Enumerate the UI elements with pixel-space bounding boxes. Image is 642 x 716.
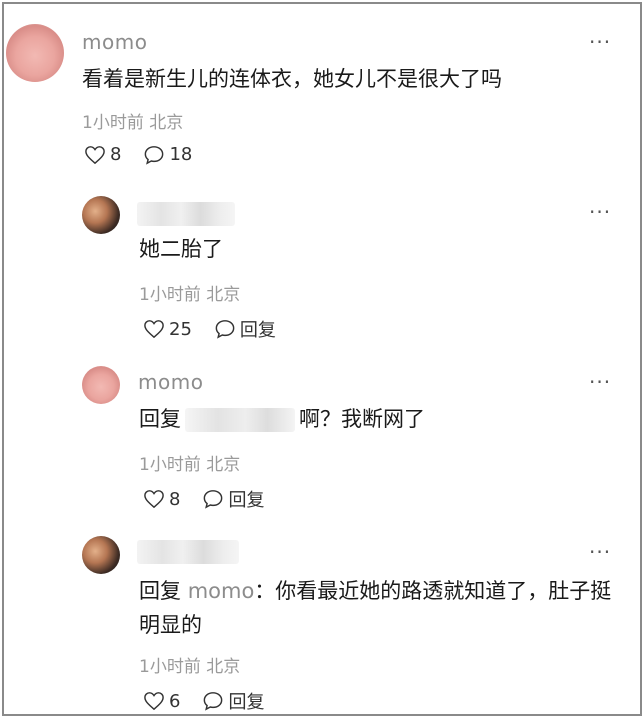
location: 北京 bbox=[206, 285, 241, 305]
reply-button[interactable]: 回复 bbox=[202, 486, 264, 512]
comment-meta: 1小时前 北京 bbox=[139, 652, 240, 677]
like-count: 25 bbox=[169, 318, 192, 340]
heart-icon bbox=[144, 320, 164, 339]
comment-text: 她二胎了 bbox=[139, 237, 223, 261]
more-options-icon[interactable]: ··· bbox=[589, 372, 611, 392]
location: 北京 bbox=[206, 455, 241, 475]
avatar[interactable] bbox=[82, 536, 120, 574]
heart-icon bbox=[144, 490, 164, 509]
location: 北京 bbox=[149, 113, 184, 133]
like-button[interactable]: 8 bbox=[84, 144, 121, 165]
timestamp: 1小时前 bbox=[139, 285, 201, 305]
avatar[interactable] bbox=[82, 366, 120, 404]
comment-item: momo ··· 看着是新生儿的连体衣，她女儿不是很大了吗 1小时前 北京 8 … bbox=[4, 4, 640, 184]
reply-label: 回复 bbox=[239, 320, 276, 341]
comment-bubble-icon bbox=[204, 692, 223, 711]
reply-count-button[interactable]: 18 bbox=[143, 144, 192, 165]
comment-bubble-icon bbox=[215, 320, 235, 339]
reply-item: momo ··· 回复 啊？我断网了 1小时前 北京 8 回复 bbox=[4, 354, 640, 524]
reply-prefix: 回复 bbox=[139, 407, 181, 431]
reply-prefix: 回复 bbox=[139, 579, 181, 603]
comment-actions: 8 18 bbox=[84, 144, 214, 165]
more-options-icon[interactable]: ··· bbox=[589, 32, 611, 52]
reply-button[interactable]: 回复 bbox=[214, 316, 276, 342]
reply-target-username[interactable]: momo bbox=[188, 579, 255, 603]
reply-item: ··· 她二胎了 1小时前 北京 25 回复 bbox=[4, 184, 640, 354]
heart-icon bbox=[85, 145, 105, 164]
username-redacted[interactable] bbox=[137, 202, 235, 226]
reply-label: 回复 bbox=[228, 692, 265, 713]
comment-text: 回复 momo：你看最近她的路透就知道了，肚子挺明显的 bbox=[139, 574, 619, 642]
comment-meta: 1小时前 北京 bbox=[139, 280, 240, 305]
comment-text: 看着是新生儿的连体衣，她女儿不是很大了吗 bbox=[82, 67, 502, 91]
reply-target-redacted[interactable] bbox=[185, 408, 295, 432]
heart-icon bbox=[144, 692, 164, 711]
comment-bubble-icon bbox=[145, 145, 164, 165]
username[interactable]: momo bbox=[82, 30, 147, 54]
like-button[interactable]: 25 bbox=[143, 319, 192, 340]
like-count: 8 bbox=[110, 144, 122, 165]
avatar[interactable] bbox=[6, 24, 64, 82]
timestamp: 1小时前 bbox=[139, 455, 201, 475]
reply-colon: ： bbox=[254, 579, 276, 603]
like-button[interactable]: 6 bbox=[143, 691, 180, 712]
comment-actions: 8 回复 bbox=[143, 486, 286, 512]
avatar[interactable] bbox=[82, 196, 120, 234]
comment-thread: momo ··· 看着是新生儿的连体衣，她女儿不是很大了吗 1小时前 北京 8 … bbox=[2, 2, 642, 716]
reply-button[interactable]: 回复 bbox=[202, 688, 264, 714]
reply-label: 回复 bbox=[228, 490, 265, 511]
reply-count: 18 bbox=[169, 144, 193, 165]
comment-bubble-icon bbox=[204, 490, 223, 509]
timestamp: 1小时前 bbox=[139, 657, 201, 677]
reply-body: 啊？我断网了 bbox=[299, 407, 425, 431]
comment-meta: 1小时前 北京 bbox=[82, 108, 183, 133]
comment-actions: 6 回复 bbox=[143, 688, 286, 714]
username-redacted[interactable] bbox=[137, 540, 239, 564]
comment-meta: 1小时前 北京 bbox=[139, 450, 240, 475]
like-count: 6 bbox=[169, 690, 181, 712]
more-options-icon[interactable]: ··· bbox=[589, 202, 611, 222]
location: 北京 bbox=[206, 657, 241, 677]
like-count: 8 bbox=[169, 488, 181, 510]
timestamp: 1小时前 bbox=[82, 113, 144, 133]
reply-item: ··· 回复 momo：你看最近她的路透就知道了，肚子挺明显的 1小时前 北京 … bbox=[4, 524, 640, 714]
more-options-icon[interactable]: ··· bbox=[589, 542, 611, 562]
like-button[interactable]: 8 bbox=[143, 489, 180, 510]
comment-actions: 25 回复 bbox=[143, 316, 298, 342]
comment-text: 回复 啊？我断网了 bbox=[139, 402, 425, 436]
username[interactable]: momo bbox=[138, 370, 203, 394]
